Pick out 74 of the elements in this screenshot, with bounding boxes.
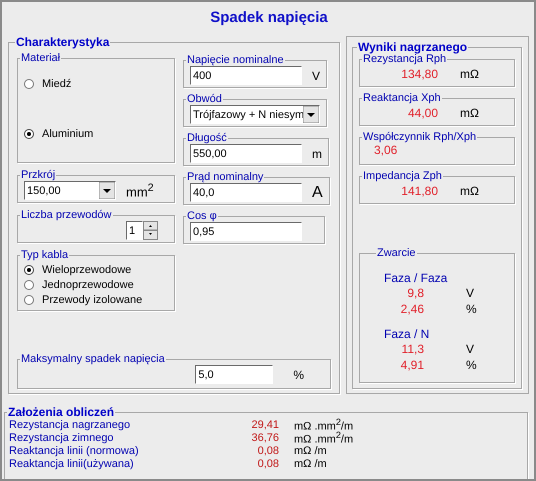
radio-label[interactable]: Przewody izolowane — [42, 294, 142, 306]
unit-label: mΩ — [460, 184, 479, 198]
current-field[interactable]: 40,0 — [190, 183, 302, 202]
panel-title: Założenia obliczeń — [7, 406, 116, 418]
cos-phi-field[interactable]: 0,95 — [190, 222, 302, 241]
parameter-label: Rezystancja zimnego — [9, 432, 115, 444]
radio-button[interactable] — [24, 294, 34, 304]
parameter-label: Reaktancja linii (normowa) — [9, 444, 140, 456]
caret-icon — [303, 106, 319, 123]
phase-label: Faza / Faza — [384, 271, 448, 285]
group-title: Impedancja Zph — [362, 170, 443, 182]
group-title: Maksymalny spadek napięcia — [20, 353, 166, 365]
result-value: 3,06 — [374, 143, 398, 157]
parameter-label: Rezystancja nagrzanego — [9, 418, 132, 430]
radio-button[interactable] — [24, 79, 34, 89]
unit-label: V — [312, 68, 320, 82]
group-title: Reaktancja Xph — [362, 92, 442, 104]
group-title: Typ kabla — [20, 249, 70, 261]
result-value: 2,46 — [400, 302, 424, 316]
group-title: Przkrój — [20, 169, 56, 181]
group-title: Długość — [186, 132, 228, 144]
circuit-dropdown[interactable]: Trójfazowy + N niesym — [190, 105, 320, 124]
phase-label: Faza / N — [384, 327, 430, 341]
radio-button[interactable] — [24, 129, 34, 139]
result-value: 44,00 — [406, 106, 438, 120]
group-title: Liczba przewodów — [20, 209, 112, 221]
panel-title: Wyniki nagrzanego — [357, 41, 468, 53]
unit-label: % — [293, 368, 304, 382]
group-title: Napięcie nominalne — [186, 54, 285, 66]
unit-label: mΩ — [460, 106, 479, 120]
max-drop-field[interactable]: 5,0 — [195, 365, 274, 384]
group-title: Prąd nominalny — [186, 171, 264, 183]
window-title: Spadek napięcia — [209, 8, 329, 28]
radio-label[interactable]: Wieloprzewodowe — [42, 264, 132, 276]
group-title: Współczynnik Rph/Xph — [362, 131, 478, 143]
unit-label: mΩ /m — [294, 444, 327, 456]
count-field[interactable]: 1 — [126, 221, 143, 240]
unit-label: % — [466, 358, 477, 372]
voltage-field[interactable]: 400 — [190, 66, 302, 85]
parameter-value: 0,08 — [256, 444, 279, 456]
length-field[interactable]: 550,00 — [190, 144, 302, 163]
unit-label: mΩ .mm$^{2}$/m — [294, 416, 354, 432]
unit-label: m — [312, 146, 322, 160]
result-value: 9,8 — [406, 286, 424, 300]
radio-label[interactable]: Aluminium — [42, 128, 94, 140]
result-value: 11,3 — [400, 342, 424, 356]
group-title: Cos φ — [186, 210, 218, 222]
group-title: Zwarcie — [376, 247, 417, 259]
spinner-icon[interactable] — [143, 221, 158, 240]
unit-label: mΩ /m — [294, 458, 327, 470]
group-title: Rezystancja Rph — [363, 53, 446, 65]
cross-section-dropdown[interactable]: 150,00 — [24, 181, 116, 200]
radio-button[interactable] — [24, 280, 34, 290]
parameter-value: 29,41 — [250, 418, 279, 430]
unit-label: mΩ — [460, 67, 479, 81]
radio-label[interactable]: Jednoprzewodowe — [42, 278, 134, 290]
unit-label: V — [466, 342, 474, 356]
result-value: 134,80 — [400, 67, 438, 81]
radio-button[interactable] — [24, 264, 34, 274]
unit-label: V — [466, 286, 474, 300]
panel-title: Charakterystyka — [15, 36, 110, 48]
unit-label: % — [466, 302, 477, 316]
parameter-label: Reaktancja linii(używana) — [9, 458, 135, 470]
unit-label: mΩ .mm$^{2}$/m — [294, 430, 354, 446]
caret-icon — [99, 182, 115, 199]
radio-label[interactable]: Miedź — [42, 78, 72, 90]
parameter-value: 0,08 — [256, 458, 279, 470]
result-value: 141,80 — [400, 184, 438, 198]
unit-label: A — [312, 184, 323, 202]
result-value: 4,91 — [400, 358, 424, 372]
parameter-value: 36,76 — [250, 432, 279, 444]
group-title: Materiał — [20, 52, 62, 64]
unit-label: mm$^{2}$ — [126, 182, 154, 200]
group-title: Obwód — [186, 93, 223, 105]
